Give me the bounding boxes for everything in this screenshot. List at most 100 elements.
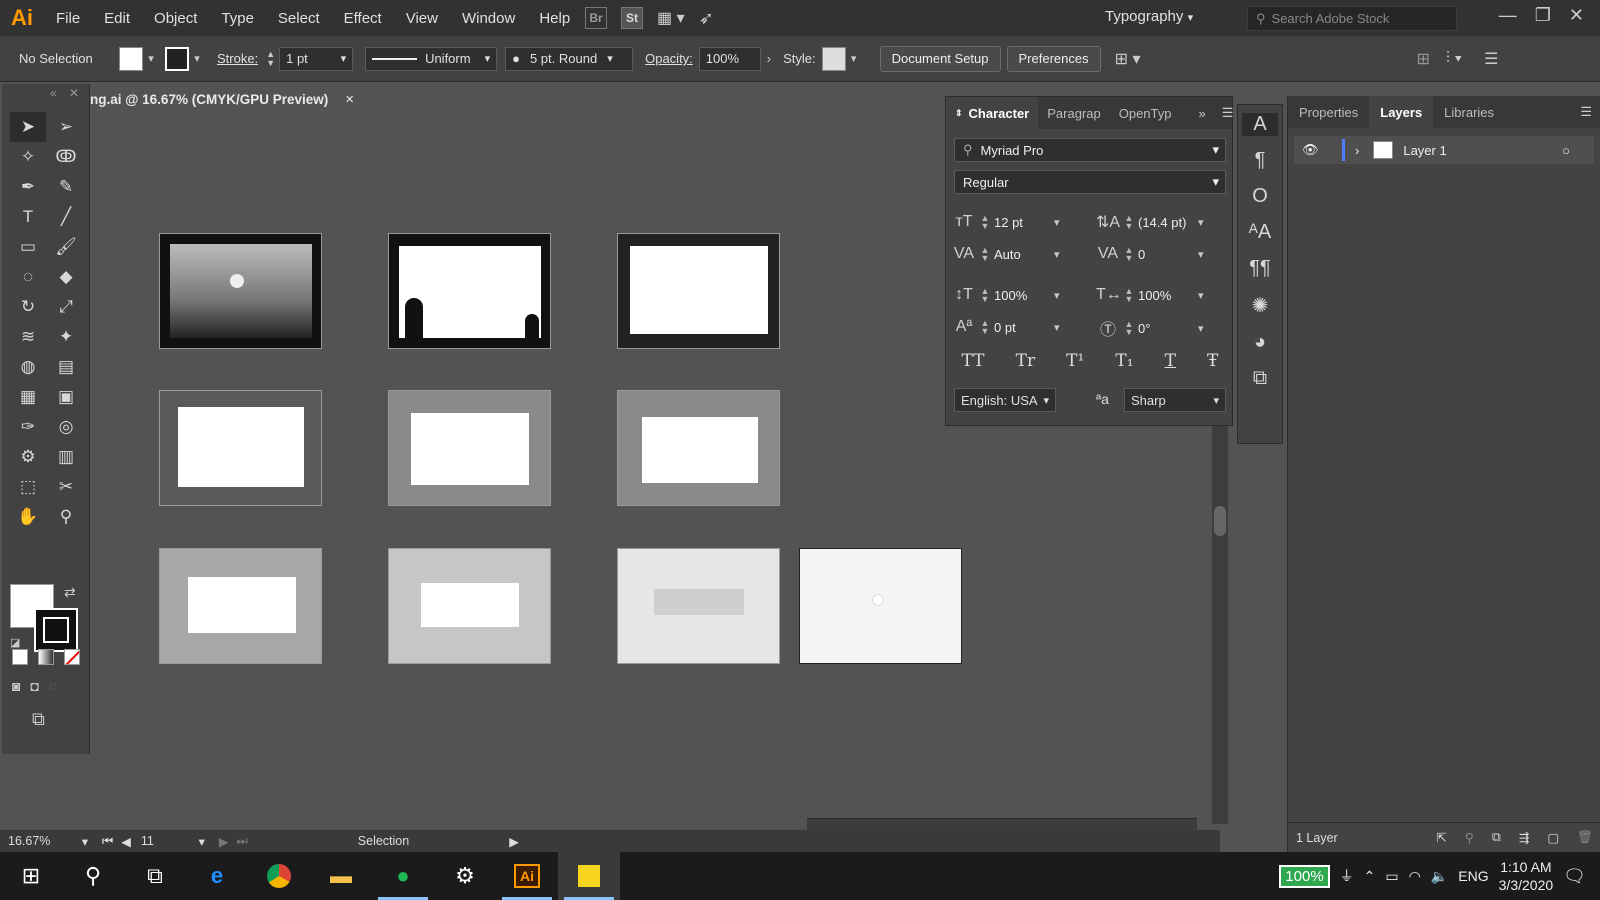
opacity-field[interactable]: 100% xyxy=(698,46,761,71)
opentype-panel-icon[interactable]: O xyxy=(1252,185,1268,208)
screen-mode-icon[interactable]: ⧉ xyxy=(32,709,45,730)
expand-panel-icon[interactable]: » xyxy=(1199,106,1206,121)
chevron-down-icon[interactable]: ▾ xyxy=(1054,289,1060,302)
restore-icon[interactable]: ❐ xyxy=(1535,5,1551,26)
stroke-label[interactable]: Stroke: xyxy=(217,51,258,66)
brush-definition[interactable]: ● 5 pt. Round ▾ xyxy=(505,46,634,71)
tracking-stepper[interactable]: ▲ ▼ xyxy=(1124,246,1134,263)
tab-libraries[interactable]: Libraries xyxy=(1433,105,1505,120)
menu-select[interactable]: Select xyxy=(266,10,332,27)
panel-menu-icon[interactable]: ☰ xyxy=(1580,104,1592,120)
rotate-tool-icon[interactable]: ↻ xyxy=(10,292,46,322)
panel-menu-icon[interactable]: ☰ xyxy=(1484,49,1498,69)
menu-edit[interactable]: Edit xyxy=(92,10,142,27)
bridge-button[interactable]: Br xyxy=(585,7,607,29)
rotation-field[interactable]: 0° xyxy=(1138,317,1194,339)
width-tool-icon[interactable]: ≋ xyxy=(10,322,46,352)
shape-builder-tool-icon[interactable]: ◍ xyxy=(10,352,46,382)
artboard-number-field[interactable]: 11 ▾ xyxy=(141,834,205,849)
menu-file[interactable]: File xyxy=(44,10,92,27)
menu-type[interactable]: Type xyxy=(209,10,266,27)
status-menu-icon[interactable]: ▶ xyxy=(509,834,519,849)
font-size-field[interactable]: 12 pt xyxy=(994,211,1050,233)
rectangle-tool-icon[interactable]: ▭ xyxy=(10,232,46,262)
stroke-weight-field[interactable]: 1 pt ▾ xyxy=(279,46,354,71)
artboard-nav-first-icon[interactable]: ⏮ xyxy=(102,834,113,849)
task-view-icon[interactable]: ⧉ xyxy=(124,852,186,900)
tab-opentype[interactable]: OpenTyp xyxy=(1110,106,1181,121)
layer-row[interactable]: 👁 › Layer 1 ○ xyxy=(1294,136,1594,164)
stock-button[interactable]: St xyxy=(621,7,643,29)
opacity-label[interactable]: Opacity: xyxy=(645,51,693,66)
shaper-tool-icon[interactable]: ◌ xyxy=(10,262,46,292)
chevron-down-icon[interactable]: ▾ xyxy=(1054,321,1060,334)
horizontal-scale-stepper[interactable]: ▲ ▼ xyxy=(1124,287,1134,304)
stroke-swatch[interactable] xyxy=(165,46,189,71)
horizontal-scale-field[interactable]: 100% xyxy=(1138,284,1194,306)
zoom-tool-icon[interactable]: ⚲ xyxy=(48,502,84,532)
draw-normal-icon[interactable]: ◙ xyxy=(12,678,20,694)
puppet-warp-tool-icon[interactable]: ✦ xyxy=(48,322,84,352)
color-icon[interactable] xyxy=(12,649,28,665)
menu-effect[interactable]: Effect xyxy=(332,10,394,27)
artboard-nav-prev-icon[interactable]: ◀ xyxy=(121,834,131,849)
eyedropper-tool-icon[interactable]: ✑ xyxy=(10,412,46,442)
eraser-tool-icon[interactable]: ◆ xyxy=(48,262,84,292)
chevron-down-icon[interactable]: ▾ xyxy=(1198,289,1204,302)
scale-tool-icon[interactable]: ⤢ xyxy=(48,292,84,322)
rotation-stepper[interactable]: ▲ ▼ xyxy=(1124,320,1134,337)
close-icon[interactable]: ✕ xyxy=(1569,5,1584,26)
draw-behind-icon[interactable]: ◘ xyxy=(30,678,38,694)
fill-stroke-widget[interactable]: ⇄ ◪ xyxy=(10,584,80,654)
chevron-right-icon[interactable]: › xyxy=(767,51,771,66)
document-tab[interactable]: ng.ai @ 16.67% (CMYK/GPU Preview) × xyxy=(90,84,370,114)
artboard-2[interactable] xyxy=(388,233,551,349)
pen-tool-icon[interactable]: ✒ xyxy=(10,172,46,202)
language-field[interactable]: English: USA ▾ xyxy=(954,388,1056,412)
blend-tool-icon[interactable]: ◎ xyxy=(48,412,84,442)
scrollbar-thumb[interactable] xyxy=(1214,506,1226,536)
new-layer-icon[interactable]: ▢ xyxy=(1547,830,1559,845)
gpu-performance-icon[interactable]: ➶ xyxy=(699,8,714,29)
zoom-field[interactable]: 16.67% ▾ xyxy=(8,834,88,849)
character-styles-icon[interactable]: ᴬA xyxy=(1249,221,1271,244)
artboard-5[interactable] xyxy=(388,390,551,506)
panel-menu-icon[interactable]: ☰ xyxy=(1222,105,1234,121)
paintbrush-tool-icon[interactable]: 🖌 xyxy=(48,232,84,262)
delete-layer-icon[interactable]: 🗑 xyxy=(1577,830,1593,845)
curvature-tool-icon[interactable]: ✎ xyxy=(48,172,84,202)
chrome-icon[interactable] xyxy=(248,852,310,900)
minimize-icon[interactable]: — xyxy=(1499,5,1517,26)
variable-width-profile[interactable]: Uniform ▾ xyxy=(365,46,498,71)
windows-start-icon[interactable]: ⊞ xyxy=(0,852,62,900)
input-language[interactable]: ENG xyxy=(1458,868,1488,884)
artboard-1[interactable] xyxy=(159,233,322,349)
menu-object[interactable]: Object xyxy=(142,10,209,27)
artboard-7[interactable] xyxy=(159,548,322,664)
plug-icon[interactable]: ⏚ xyxy=(1340,866,1354,886)
lasso-tool-icon[interactable]: ↂ xyxy=(48,142,84,172)
workspace-switcher[interactable]: Typography ▾ xyxy=(1105,8,1193,25)
settings-icon[interactable]: ⚙ xyxy=(434,852,496,900)
target-circle-icon[interactable]: ○ xyxy=(1562,143,1570,158)
line-segment-tool-icon[interactable]: ╱ xyxy=(48,202,84,232)
type-tool-icon[interactable]: T xyxy=(10,202,46,232)
artboard-4[interactable] xyxy=(159,390,322,506)
locate-object-icon[interactable]: ⚲ xyxy=(1465,830,1474,845)
chevron-down-icon[interactable]: ▾ xyxy=(1054,248,1060,261)
chevron-down-icon[interactable]: ▾ xyxy=(1054,216,1060,229)
perspective-grid-tool-icon[interactable]: ▤ xyxy=(48,352,84,382)
stroke-stepper-icon[interactable]: ▲ ▼ xyxy=(266,49,275,68)
small-caps-button[interactable]: Tr xyxy=(1016,351,1035,371)
hand-tool-icon[interactable]: ✋ xyxy=(10,502,46,532)
vertical-scale-stepper[interactable]: ▲ ▼ xyxy=(980,287,990,304)
draw-inside-icon[interactable]: ◌ xyxy=(49,678,57,694)
swap-icon[interactable]: ⇄ xyxy=(64,584,76,601)
font-size-stepper[interactable]: ▲ ▼ xyxy=(980,214,990,231)
export-icon[interactable]: ⇱ xyxy=(1436,830,1446,845)
layer-name[interactable]: Layer 1 xyxy=(1403,143,1446,158)
artboard-nav-next-icon[interactable]: ▶ xyxy=(219,834,229,849)
arrange-documents-icon[interactable]: ▦ ▾ xyxy=(657,8,685,28)
arrange-icon[interactable]: ⊞ xyxy=(1416,49,1429,69)
kerning-stepper[interactable]: ▲ ▼ xyxy=(980,246,990,263)
